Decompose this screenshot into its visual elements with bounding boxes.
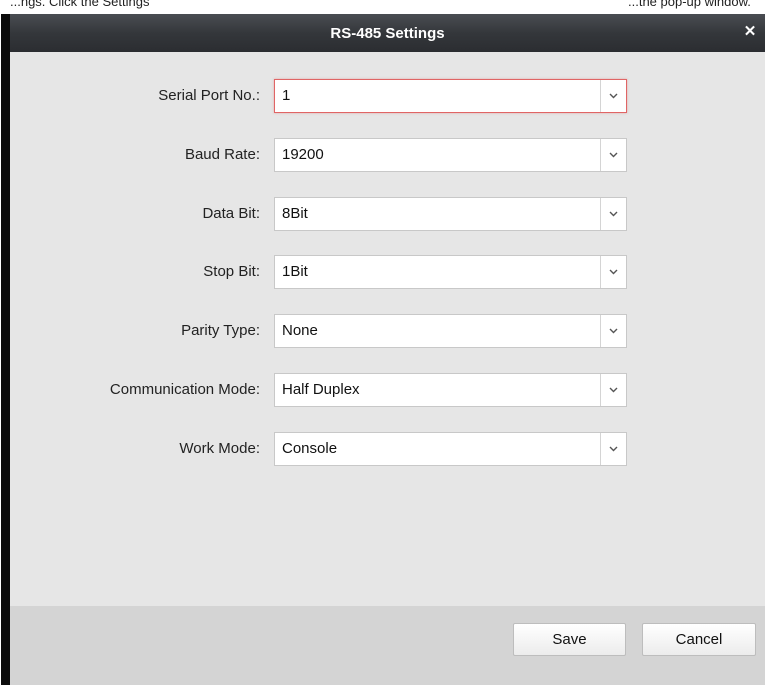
chevron-down-icon[interactable] [600,374,626,406]
data-bit-value: 8Bit [282,205,308,222]
dialog-footer: Save Cancel [10,606,765,685]
chevron-down-icon[interactable] [600,315,626,347]
parity-type-row: Parity Type: None [10,314,650,348]
chevron-down-icon[interactable] [600,433,626,465]
dialog-titlebar[interactable]: RS-485 Settings ✕ [10,14,765,52]
parity-type-label: Parity Type: [181,322,260,339]
background-caption: ...ngs. Click the Settings ...the pop-up… [0,0,765,14]
chevron-down-icon[interactable] [600,80,626,112]
serial-port-select[interactable]: 1 [274,79,627,113]
cancel-button[interactable]: Cancel [642,623,756,656]
chevron-down-icon[interactable] [600,139,626,171]
communication-mode-row: Communication Mode: Half Duplex [10,373,650,407]
rs485-settings-dialog: RS-485 Settings ✕ Serial Port No.: 1 Bau… [1,14,765,685]
communication-mode-select[interactable]: Half Duplex [274,373,627,407]
chevron-down-icon[interactable] [600,256,626,288]
stop-bit-label: Stop Bit: [203,263,260,280]
work-mode-row: Work Mode: Console [10,432,650,466]
parity-type-select[interactable]: None [274,314,627,348]
baud-rate-value: 19200 [282,146,324,163]
stop-bit-value: 1Bit [282,263,308,280]
stop-bit-select[interactable]: 1Bit [274,255,627,289]
data-bit-select[interactable]: 8Bit [274,197,627,231]
data-bit-label: Data Bit: [202,205,260,222]
save-button[interactable]: Save [513,623,626,656]
dialog-title: RS-485 Settings [330,24,445,42]
serial-port-row: Serial Port No.: 1 [10,79,650,113]
baud-rate-row: Baud Rate: 19200 [10,138,650,172]
stop-bit-row: Stop Bit: 1Bit [10,255,650,289]
baud-rate-label: Baud Rate: [184,146,260,163]
communication-mode-label: Communication Mode: [109,381,260,398]
parity-type-value: None [282,322,318,339]
serial-port-value: 1 [282,87,291,104]
close-icon[interactable]: ✕ [741,23,759,41]
work-mode-label: Work Mode: [179,440,260,457]
communication-mode-value: Half Duplex [282,381,360,398]
work-mode-select[interactable]: Console [274,432,627,466]
caption-left-text: ...ngs. Click the Settings [10,0,150,9]
data-bit-row: Data Bit: 8Bit [10,197,650,231]
work-mode-value: Console [282,440,338,457]
serial-port-label: Serial Port No.: [158,87,260,104]
chevron-down-icon[interactable] [600,198,626,230]
caption-right-text: ...the pop-up window. [628,0,751,9]
baud-rate-select[interactable]: 19200 [274,138,627,172]
